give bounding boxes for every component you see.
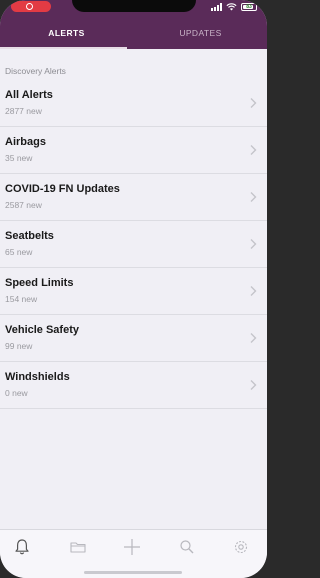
alert-new-count: 2877 new [5,106,42,116]
chevron-right-icon [250,98,257,108]
tab-bar: ALERTS UPDATES [0,16,267,49]
alert-row[interactable]: COVID-19 FN Updates 2587 new [0,174,267,221]
chevron-right-icon [250,380,257,390]
alert-row[interactable]: Windshields 0 new [0,362,267,409]
alert-new-count: 99 new [5,341,33,351]
alert-row[interactable]: All Alerts 2877 new [0,80,267,127]
chevron-right-icon [250,333,257,343]
status-bar: 83 [0,0,267,16]
alert-row[interactable]: Airbags 35 new [0,127,267,174]
alert-new-count: 35 new [5,153,33,163]
chevron-right-icon [250,145,257,155]
bell-icon[interactable] [11,536,33,558]
alert-title: Seatbelts [5,230,54,242]
battery-icon: 83 [241,3,257,11]
alert-title: Vehicle Safety [5,324,79,336]
folder-icon[interactable] [67,536,89,558]
wifi-icon [226,3,237,11]
chevron-right-icon [250,286,257,296]
phone-screen: 83 ALERTS UPDATES Discovery Alerts All A… [0,0,267,578]
status-icons: 83 [211,2,257,12]
gear-icon[interactable] [230,536,252,558]
notch [72,0,196,12]
alerts-content: Discovery Alerts All Alerts 2877 new Airba… [0,49,267,409]
alert-new-count: 0 new [5,388,28,398]
plus-icon[interactable] [121,536,143,558]
tab-alerts[interactable]: ALERTS [0,16,133,49]
alert-title: All Alerts [5,89,53,101]
home-indicator [84,571,182,574]
search-icon[interactable] [176,536,198,558]
alert-new-count: 65 new [5,247,33,257]
alert-row[interactable]: Seatbelts 65 new [0,221,267,268]
alert-title: COVID-19 FN Updates [5,183,120,195]
tab-updates[interactable]: UPDATES [134,16,267,49]
alert-new-count: 2587 new [5,200,42,210]
record-icon [26,3,33,10]
alert-row[interactable]: Vehicle Safety 99 new [0,315,267,362]
alert-title: Windshields [5,371,70,383]
alert-title: Speed Limits [5,277,74,289]
chevron-right-icon [250,239,257,249]
cellular-signal-icon [211,3,222,11]
alert-row[interactable]: Speed Limits 154 new [0,268,267,315]
alert-new-count: 154 new [5,294,38,304]
chevron-right-icon [250,192,257,202]
screen-recording-indicator[interactable] [11,1,51,12]
alert-list: All Alerts 2877 new Airbags 35 new COVID-19 … [0,80,267,409]
alert-title: Airbags [5,136,46,148]
battery-label: 83 [246,4,252,10]
